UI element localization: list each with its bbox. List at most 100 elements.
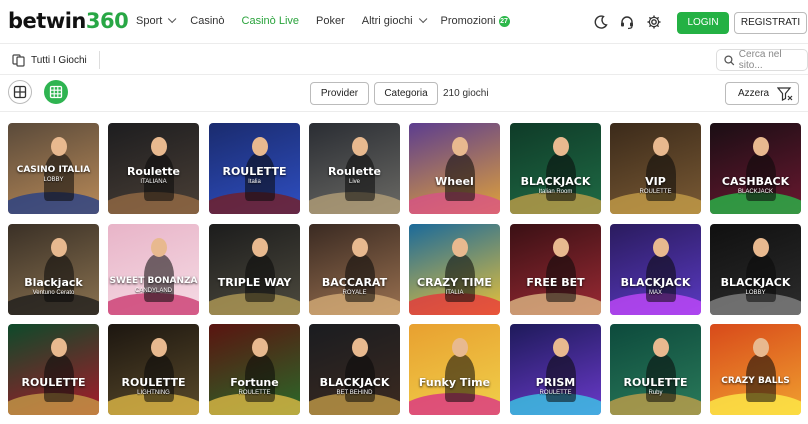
game-title: Roulette	[126, 165, 181, 178]
game-title: ROULETTE	[21, 376, 86, 389]
reset-filters-button[interactable]: Azzera	[725, 82, 799, 105]
register-button[interactable]: REGISTRATI	[734, 12, 807, 34]
game-tile[interactable]: Wheel	[409, 123, 500, 214]
nav-item-poker[interactable]: Poker	[316, 15, 345, 27]
game-tile[interactable]: CASHBACK BLACKJACK	[710, 123, 801, 214]
game-subtitle: LOBBY	[745, 290, 766, 296]
main-nav: Sport Casinò Casinò Live Poker Altri giochi P…	[136, 14, 527, 27]
dealer-head	[151, 238, 167, 257]
settings-icon[interactable]	[646, 14, 662, 30]
game-title: CRAZY TIME	[417, 276, 492, 289]
grid-2x2-icon	[13, 85, 27, 99]
logo-text: betwin	[8, 9, 86, 33]
game-title: VIP	[645, 175, 666, 188]
moon-icon[interactable]	[593, 14, 609, 30]
game-tile[interactable]: CRAZY TIME ITALIA	[409, 224, 500, 315]
game-title: Roulette	[327, 165, 382, 178]
dealer-head	[452, 338, 468, 357]
game-tile[interactable]: VIP ROULETTE	[610, 123, 701, 214]
headset-icon[interactable]	[619, 14, 635, 30]
filter-bar: Provider Categoria 210 giochi Azzera	[0, 76, 808, 112]
dealer-head	[653, 137, 669, 156]
search-placeholder: Cerca nel sito...	[738, 49, 782, 71]
game-tile[interactable]: SWEET BONANZA CANDYLAND	[108, 224, 199, 315]
game-tile[interactable]: Blackjack Ventuno Cerato	[8, 224, 99, 315]
game-subtitle: ROULETTE	[639, 189, 672, 195]
filter-clear-icon	[777, 86, 793, 101]
game-tile[interactable]: ROULETTE Italia	[209, 123, 300, 214]
game-title: ROULETTE	[121, 376, 186, 389]
dealer-head	[252, 338, 268, 357]
provider-filter-button[interactable]: Provider	[310, 82, 369, 105]
dealer-head	[352, 338, 368, 357]
game-title: TRIPLE WAY	[217, 276, 292, 289]
game-title: CASINO ITALIA	[16, 165, 91, 175]
game-subtitle: LOBBY	[43, 177, 64, 183]
game-title: ROULETTE	[222, 165, 287, 178]
game-tile[interactable]: PRISM ROULETTE	[510, 324, 601, 415]
game-tile[interactable]: TRIPLE WAY	[209, 224, 300, 315]
game-tile[interactable]: ROULETTE Ruby	[610, 324, 701, 415]
grid-large-view-button[interactable]	[8, 80, 32, 104]
game-tile[interactable]: Roulette ITALIANA	[108, 123, 199, 214]
game-subtitle: BET BEHIND	[336, 390, 373, 396]
game-tile[interactable]: CASINO ITALIA LOBBY	[8, 123, 99, 214]
dealer-head	[452, 238, 468, 257]
dealer-head	[553, 137, 569, 156]
game-tile[interactable]: BLACKJACK LOBBY	[710, 224, 801, 315]
game-title: BLACKJACK	[720, 276, 791, 289]
chevron-down-icon	[418, 14, 427, 24]
nav-item-label: Casinò	[190, 15, 225, 27]
top-header: betwin360 Sport Casinò Casinò Live Poker Alt…	[0, 0, 808, 44]
game-tile[interactable]: FREE BET	[510, 224, 601, 315]
dealer-head	[51, 137, 67, 156]
game-tile[interactable]: Roulette Live	[309, 123, 400, 214]
game-title: Blackjack	[24, 276, 83, 289]
game-title: BLACKJACK	[319, 376, 390, 389]
nav-item-sport[interactable]: Sport	[136, 14, 177, 27]
game-tile[interactable]: CRAZY BALLS	[710, 324, 801, 415]
game-tile[interactable]: BLACKJACK BET BEHIND	[309, 324, 400, 415]
game-tile[interactable]: BLACKJACK Italian Room	[510, 123, 601, 214]
nav-item-label: Poker	[316, 15, 345, 27]
site-logo[interactable]: betwin360	[8, 9, 129, 33]
nav-item-label: Sport	[136, 15, 163, 27]
nav-item-altri-giochi[interactable]: Altri giochi	[361, 14, 427, 27]
game-tile[interactable]: ROULETTE LIGHTNING	[108, 324, 199, 415]
dealer-head	[352, 137, 368, 156]
game-title: Funky Time	[418, 376, 491, 389]
game-subtitle: Ventuno Cerato	[32, 290, 75, 296]
game-subtitle: Live	[348, 179, 360, 185]
logo-number: 360	[85, 9, 129, 33]
game-tile[interactable]: BLACKJACK MAX	[610, 224, 701, 315]
login-button[interactable]: LOGIN	[677, 12, 729, 34]
nav-item-casin-live[interactable]: Casinò Live	[242, 15, 299, 27]
nav-item-label: Promozioni	[440, 15, 496, 27]
game-tile[interactable]: Fortune ROULETTE	[209, 324, 300, 415]
dealer-head	[51, 338, 67, 357]
dealer-head	[753, 238, 769, 257]
game-subtitle: BLACKJACK	[737, 189, 773, 195]
grid-small-view-button[interactable]	[44, 80, 68, 104]
game-title: Wheel	[435, 175, 474, 188]
game-subtitle: CANDYLAND	[134, 288, 172, 294]
game-subtitle: ROULETTE	[539, 390, 572, 396]
search-input[interactable]: Cerca nel sito...	[716, 49, 808, 71]
category-filter-button[interactable]: Categoria	[374, 82, 438, 105]
dealer-head	[151, 137, 167, 156]
all-games-tab[interactable]: Tutti I Giochi	[12, 53, 87, 67]
game-tile[interactable]: BACCARAT ROYALE	[309, 224, 400, 315]
chevron-down-icon	[168, 14, 177, 24]
game-tile[interactable]: ROULETTE	[8, 324, 99, 415]
game-title: SWEET BONANZA	[109, 276, 198, 286]
game-tile[interactable]: Funky Time	[409, 324, 500, 415]
divider	[99, 51, 100, 69]
game-subtitle: ROULETTE	[238, 390, 271, 396]
game-title: FREE BET	[526, 276, 585, 289]
dealer-head	[753, 338, 769, 357]
nav-item-casin-[interactable]: Casinò	[190, 15, 224, 27]
dealer-head	[553, 238, 569, 257]
nav-item-promozioni[interactable]: Promozioni 27	[441, 15, 510, 27]
dealer-head	[51, 238, 67, 257]
nav-item-label: Altri giochi	[361, 15, 413, 27]
